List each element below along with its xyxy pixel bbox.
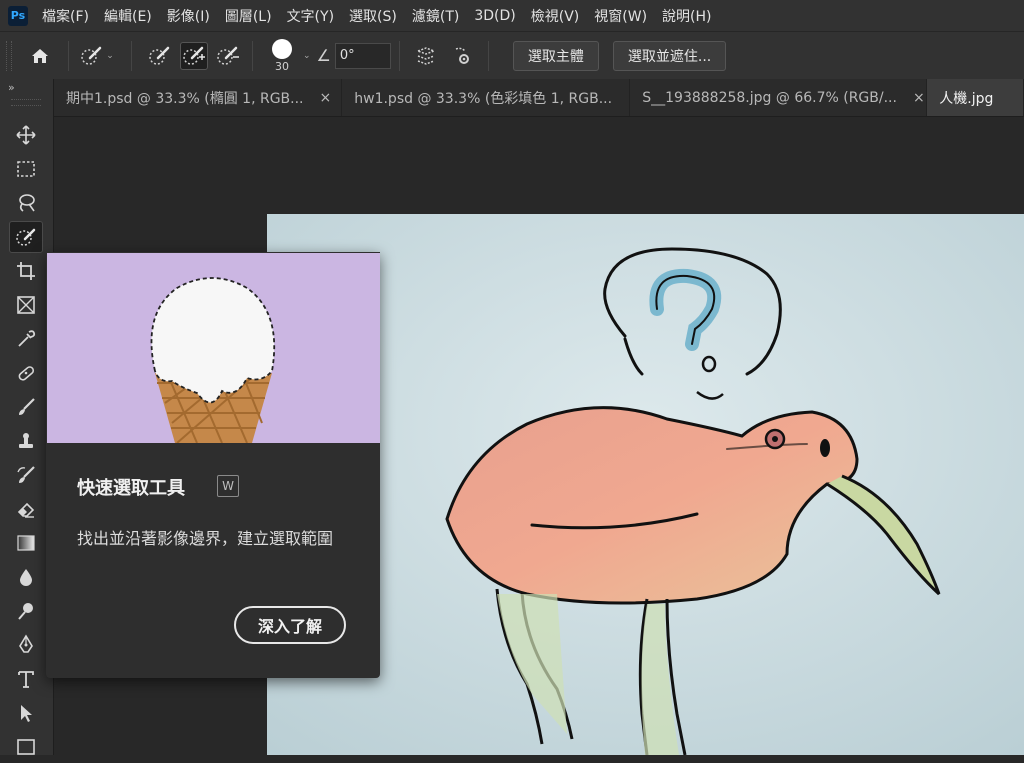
frame-tool-icon[interactable] (9, 289, 43, 321)
chevron-down-icon[interactable]: ⌄ (303, 51, 311, 61)
document-tab[interactable]: 期中1.psd @ 33.3% (橢圓 1, RGB... × (54, 79, 343, 116)
brush-tip-icon (272, 38, 292, 59)
type-tool-icon[interactable] (9, 663, 43, 695)
photoshop-logo-icon[interactable]: Ps (8, 5, 28, 26)
new-selection-mode-button[interactable] (146, 42, 174, 70)
document-tab-bar: 期中1.psd @ 33.3% (橢圓 1, RGB... × hw1.psd … (54, 79, 1024, 117)
menu-type[interactable]: 文字(Y) (287, 6, 334, 26)
brush-picker[interactable]: 30 (267, 38, 297, 73)
document-tab[interactable]: S__193888258.jpg @ 66.7% (RGB/... × (630, 79, 928, 116)
tab-label: S__193888258.jpg @ 66.7% (RGB/... (642, 89, 897, 106)
clone-stamp-tool-icon[interactable] (9, 425, 43, 457)
kiwi-drawing-image (267, 214, 1024, 755)
separator (398, 40, 400, 71)
menu-help[interactable]: 說明(H) (662, 6, 711, 26)
sample-all-layers-icon (415, 46, 437, 65)
dodge-tool-icon[interactable] (9, 595, 43, 627)
select-subject-button[interactable]: 選取主體 (512, 40, 599, 71)
menu-file[interactable]: 檔案(F) (42, 6, 89, 26)
document-tab[interactable]: hw1.psd @ 33.3% (色彩填色 1, RGB... × (342, 79, 640, 116)
tab-label: 人機.jpg (939, 90, 994, 107)
pen-tool-icon[interactable] (9, 629, 43, 661)
chevron-down-icon: ⌄ (106, 50, 114, 61)
crop-tool-icon[interactable] (9, 255, 43, 287)
separator (252, 40, 253, 71)
menu-select[interactable]: 選取(S) (349, 6, 397, 26)
options-bar-grip[interactable] (6, 40, 12, 71)
add-to-selection-icon (183, 46, 205, 65)
close-icon[interactable]: × (913, 90, 925, 106)
tool-tooltip-popup: 快速選取工具 W 找出並沿著影像邊界，建立選取範圍 深入了解 (46, 252, 380, 678)
rectangle-tool-icon[interactable] (9, 731, 43, 763)
options-bar: ⌄ 30 ⌄ ∠ 選取主體 選取並遮住... (0, 31, 1024, 80)
home-icon[interactable] (26, 42, 54, 70)
menu-bar: Ps 檔案(F) 編輯(E) 影像(I) 圖層(L) 文字(Y) 選取(S) 濾… (0, 0, 1024, 31)
gradient-tool-icon[interactable] (9, 527, 43, 559)
menu-edit[interactable]: 編輯(E) (104, 6, 152, 26)
subtract-from-selection-mode-button[interactable] (214, 42, 242, 70)
select-and-mask-button[interactable]: 選取並遮住... (612, 40, 727, 71)
quick-selection-tool-icon[interactable] (9, 221, 43, 253)
learn-more-button[interactable]: 深入了解 (234, 606, 346, 644)
close-icon[interactable]: × (320, 90, 332, 106)
lasso-tool-icon[interactable] (9, 187, 43, 219)
document-canvas[interactable] (267, 214, 1024, 755)
blur-tool-icon[interactable] (9, 561, 43, 593)
angle-input[interactable] (334, 42, 391, 69)
brush-size-value: 30 (275, 59, 289, 73)
tab-label: 期中1.psd @ 33.3% (橢圓 1, RGB... (66, 90, 304, 107)
brush-tool-icon[interactable] (9, 391, 43, 423)
collapse-panel-icon[interactable]: » (8, 81, 15, 94)
new-selection-icon (149, 46, 170, 65)
document-tab-active[interactable]: 人機.jpg (927, 79, 1024, 116)
marquee-tool-icon[interactable] (9, 153, 43, 185)
enhance-edge-button[interactable] (450, 42, 478, 70)
tooltip-preview-image (47, 253, 380, 443)
eyedropper-tool-icon[interactable] (9, 323, 43, 355)
sample-all-layers-button[interactable] (412, 42, 440, 70)
tooltip-description: 找出並沿著影像邊界，建立選取範圍 (77, 529, 334, 548)
enhance-edge-icon (455, 47, 469, 64)
tab-label: hw1.psd @ 33.3% (色彩填色 1, RGB... (354, 90, 613, 107)
menu-3d[interactable]: 3D(D) (474, 8, 515, 24)
quick-selection-preset-icon (81, 46, 102, 65)
angle-icon: ∠ (316, 46, 331, 65)
menu-filter[interactable]: 濾鏡(T) (412, 6, 459, 26)
menu-window[interactable]: 視窗(W) (594, 6, 647, 26)
subtract-from-selection-icon (217, 46, 239, 65)
menu-view[interactable]: 檢視(V) (531, 6, 580, 26)
menu-image[interactable]: 影像(I) (167, 6, 210, 26)
history-brush-tool-icon[interactable] (9, 459, 43, 491)
tools-panel-grip[interactable] (11, 99, 41, 106)
eraser-tool-icon[interactable] (9, 493, 43, 525)
move-tool-icon[interactable] (9, 119, 43, 151)
tool-preset-picker[interactable]: ⌄ (75, 42, 119, 70)
ice-cream-illustration (47, 253, 380, 443)
menu-layer[interactable]: 圖層(L) (225, 6, 272, 26)
spot-healing-tool-icon[interactable] (9, 357, 43, 389)
separator (68, 40, 69, 71)
separator (131, 40, 132, 71)
separator (487, 40, 489, 71)
tooltip-shortcut-badge: W (217, 475, 239, 497)
add-to-selection-mode-button[interactable] (180, 41, 208, 70)
tooltip-title: 快速選取工具 (77, 478, 185, 499)
path-selection-tool-icon[interactable] (9, 697, 43, 729)
